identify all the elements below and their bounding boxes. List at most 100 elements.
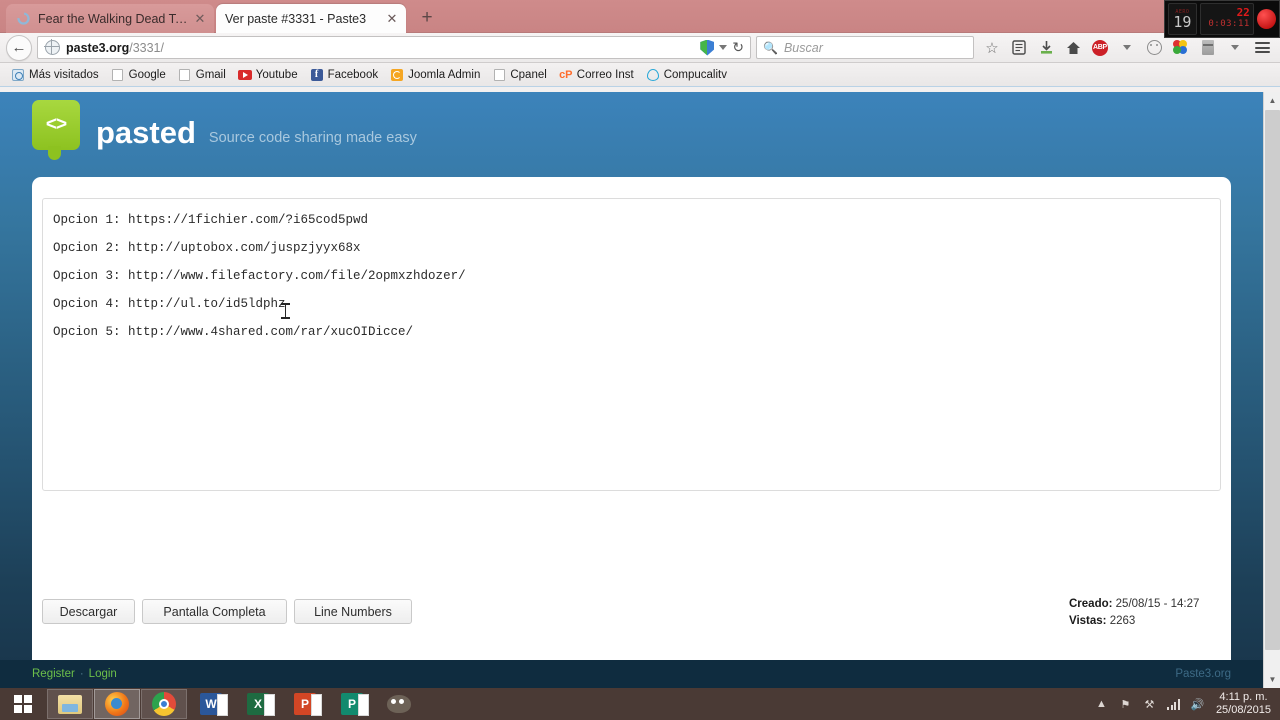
bookmark-label: Más visitados (29, 68, 99, 81)
bookmark-label: Correo Inst (576, 68, 634, 81)
browser-tab-0[interactable]: Fear the Walking Dead Te... ✕ (6, 4, 214, 33)
windows-logo-icon (14, 695, 32, 713)
bookmark-label: Facebook (327, 68, 379, 81)
facebook-icon: f (310, 68, 324, 82)
menu-icon[interactable] (1250, 36, 1274, 60)
search-placeholder: Buscar (783, 40, 823, 55)
joomla-icon (390, 68, 404, 82)
bookmark-cpanel[interactable]: Cpanel (487, 65, 551, 85)
youtube-icon (237, 68, 252, 82)
screen-recorder-overlay[interactable]: AERO 19 22 0:03:11 (1164, 0, 1280, 38)
taskbar-item-word[interactable]: W (188, 689, 234, 719)
volume-icon[interactable]: 🔊 (1190, 696, 1205, 712)
created-value: 25/08/15 - 14:27 (1115, 598, 1200, 610)
taskbar-item-powerpoint[interactable]: P (282, 689, 328, 719)
reload-icon[interactable]: ↻ (732, 39, 744, 56)
site-header: <> pasted Source code sharing made easy (32, 100, 417, 160)
bookmark-gmail[interactable]: Gmail (173, 65, 231, 85)
taskbar-item-chrome[interactable] (141, 689, 187, 719)
idm-icon[interactable] (1169, 36, 1193, 60)
page-scrollbar[interactable]: ▲ ▼ (1263, 92, 1280, 688)
action-center-icon[interactable]: ⚒ (1142, 696, 1157, 712)
gimp-icon (387, 695, 411, 713)
bookmark-joomla-admin[interactable]: Joomla Admin (385, 65, 485, 85)
bookmark-mas-visitados[interactable]: Más visitados (6, 65, 104, 85)
scrollbar-thumb[interactable] (1265, 110, 1280, 650)
search-icon: 🔍 (763, 40, 778, 55)
scroll-up-icon[interactable]: ▲ (1264, 92, 1280, 109)
start-button[interactable] (0, 688, 46, 720)
views-label: Vistas: (1069, 615, 1107, 627)
login-link[interactable]: Login (89, 668, 117, 680)
taskbar-item-publisher[interactable]: P (329, 689, 375, 719)
adblock-plus-icon[interactable]: ABP (1088, 36, 1112, 60)
site-brand: pasted (96, 115, 196, 150)
clock-time: 4:11 p. m. (1219, 691, 1268, 703)
taskbar-item-file-explorer[interactable] (47, 689, 93, 719)
views-value: 2263 (1109, 615, 1136, 627)
created-row: Creado: 25/08/15 - 14:27 (1069, 596, 1213, 613)
windows-taskbar: W X P P ▲ ⚑ ⚒ 🔊 4:11 p. m. 25/08/2015 (0, 688, 1280, 720)
bookmark-compucalitv[interactable]: Compucalitv (641, 65, 732, 85)
paste-line: Opcion 1: https://1fichier.com/?i65cod5p… (53, 213, 369, 227)
paste-line: Opcion 4: http://ul.to/id5ldphz (53, 297, 286, 311)
bookmark-facebook[interactable]: f Facebook (305, 65, 384, 85)
recorder-counter: 22 (1236, 6, 1250, 20)
smiley-icon[interactable] (1142, 36, 1166, 60)
tab-strip: Fear the Walking Dead Te... ✕ Ver paste … (0, 0, 1280, 33)
bookmark-label: Joomla Admin (408, 68, 481, 81)
new-tab-button[interactable]: + (416, 8, 438, 30)
footer-copyright: Paste3.org (1175, 668, 1231, 680)
show-hidden-icons[interactable]: ▲ (1094, 696, 1109, 712)
bookmark-label: Compucalitv (663, 68, 727, 81)
chrome-icon (152, 692, 176, 716)
back-button[interactable]: ← (6, 34, 32, 61)
cpanel-icon: cP (559, 68, 573, 81)
tab-loading-icon (15, 11, 31, 27)
taskbar-clock[interactable]: 4:11 p. m. 25/08/2015 (1214, 691, 1271, 717)
reader-mode-icon[interactable] (1007, 36, 1031, 60)
line-numbers-button[interactable]: Line Numbers (294, 599, 412, 624)
bookmark-google[interactable]: Google (106, 65, 171, 85)
signal-strength-icon[interactable] (1166, 696, 1181, 712)
excel-icon: X (247, 693, 275, 716)
bookmark-label: Gmail (195, 68, 226, 81)
page-background: <> pasted Source code sharing made easy … (0, 92, 1263, 688)
paste-content-box[interactable]: Opcion 1: https://1fichier.com/?i65cod5p… (42, 198, 1221, 491)
network-flag-icon[interactable]: ⚑ (1118, 696, 1133, 712)
record-icon[interactable] (1256, 9, 1276, 29)
security-shield-icon[interactable] (700, 39, 715, 56)
home-icon[interactable] (1061, 36, 1085, 60)
download-icon[interactable] (1034, 36, 1058, 60)
paste-info-box: Creado: 25/08/15 - 14:27 Vistas: 2263 (1059, 590, 1223, 632)
bookmark-correo-inst[interactable]: cP Correo Inst (554, 65, 639, 85)
search-bar[interactable]: 🔍 Buscar (756, 36, 974, 59)
firefox-window: Fear the Walking Dead Te... ✕ Ver paste … (0, 0, 1280, 688)
taskbar-item-excel[interactable]: X (235, 689, 281, 719)
bookmark-youtube[interactable]: Youtube (233, 65, 303, 85)
descargar-button[interactable]: Descargar (42, 599, 135, 624)
system-tray: ▲ ⚑ ⚒ 🔊 4:11 p. m. 25/08/2015 (1094, 691, 1280, 717)
taskbar-item-firefox[interactable] (94, 689, 140, 719)
chevron-down-icon[interactable] (719, 45, 728, 50)
pasted-logo-icon[interactable]: <> (32, 100, 80, 160)
word-icon: W (200, 693, 228, 716)
pantalla-completa-button[interactable]: Pantalla Completa (142, 599, 287, 624)
tab-close-icon[interactable]: ✕ (192, 11, 208, 27)
taskbar-item-gimp[interactable] (376, 689, 422, 719)
register-link[interactable]: Register (32, 668, 75, 680)
scroll-down-icon[interactable]: ▼ (1264, 671, 1280, 688)
adblock-chevron-icon[interactable] (1115, 36, 1139, 60)
browser-tab-1[interactable]: Ver paste #3331 - Paste3 ✕ (216, 4, 406, 33)
tab-title: Fear the Walking Dead Te... (38, 11, 192, 26)
views-row: Vistas: 2263 (1069, 613, 1213, 630)
logo-glyph: <> (45, 114, 67, 135)
tab-close-icon[interactable]: ✕ (384, 11, 400, 27)
folder-icon (58, 694, 82, 714)
paste-line: Opcion 2: http://uptobox.com/juspzjyyx68… (53, 241, 361, 255)
address-bar[interactable]: paste3.org/3331/ ↻ (37, 36, 751, 59)
shredder-chevron-icon[interactable] (1223, 36, 1247, 60)
shredder-icon[interactable] (1196, 36, 1220, 60)
paste-line: Opcion 3: http://www.filefactory.com/fil… (53, 269, 466, 283)
bookmark-star-icon[interactable]: ☆ (980, 36, 1004, 60)
